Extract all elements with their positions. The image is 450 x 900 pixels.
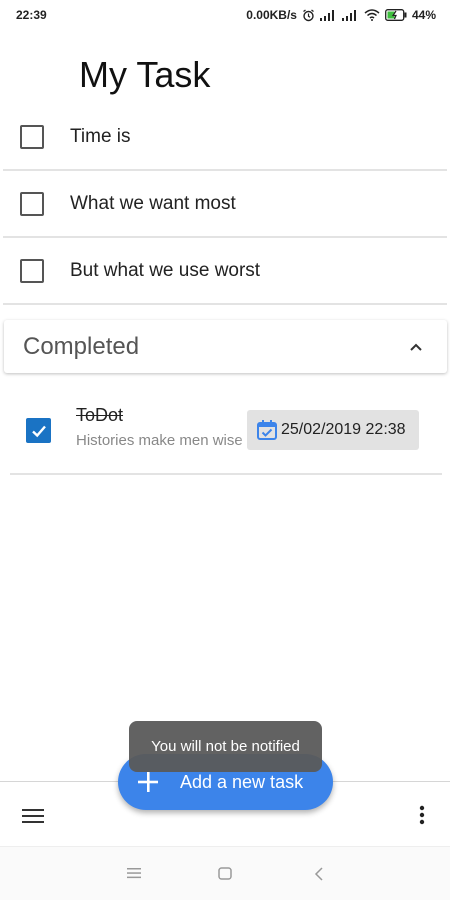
completed-section-header[interactable]: Completed (4, 320, 447, 373)
nav-back-icon[interactable] (314, 867, 324, 881)
task-row[interactable]: Time is (3, 104, 447, 171)
plus-icon (138, 772, 158, 792)
battery-percent: 44% (411, 8, 436, 22)
completed-task-item[interactable]: ToDot Histories make men wise 25/02/2019… (10, 393, 442, 475)
reminder-date-chip[interactable]: 25/02/2019 22:38 (247, 410, 419, 450)
task-row[interactable]: What we want most (3, 171, 447, 238)
more-vertical-icon[interactable] (418, 805, 426, 825)
task-label: What we want most (70, 192, 236, 214)
add-task-label: Add a new task (180, 771, 304, 792)
task-label: But what we use worst (70, 259, 261, 281)
reminder-date-text: 25/02/2019 22:38 (281, 421, 406, 438)
menu-icon[interactable] (22, 808, 44, 824)
signal-icon (319, 10, 334, 21)
network-speed: 0.00KB/s (246, 8, 297, 22)
completed-task-note: Histories make men wise (76, 432, 243, 449)
alarm-icon (303, 8, 314, 21)
task-checkbox[interactable] (20, 191, 44, 216)
task-row[interactable]: But what we use worst (3, 238, 447, 305)
completed-task-title: ToDot (76, 405, 124, 425)
status-time: 22:39 (16, 8, 47, 22)
completed-label: Completed (23, 332, 140, 360)
nav-recents-icon[interactable] (127, 867, 141, 879)
task-list: Time is What we want most But what we us… (0, 104, 450, 305)
system-nav-bar (0, 846, 450, 900)
task-checkbox[interactable] (20, 124, 44, 149)
page-title: My Task (79, 54, 211, 95)
status-indicators: 0.00KB/s 44% (246, 8, 436, 22)
check-icon (31, 425, 46, 437)
task-checkbox-checked[interactable] (26, 418, 51, 443)
battery-icon (385, 9, 407, 21)
wifi-icon (364, 9, 380, 21)
toast-message: You will not be notified (129, 721, 322, 772)
task-checkbox[interactable] (20, 258, 44, 283)
chevron-up-icon[interactable] (409, 340, 423, 354)
nav-home-icon[interactable] (218, 867, 232, 880)
signal-icon (341, 10, 356, 21)
calendar-icon (257, 420, 277, 440)
task-label: Time is (70, 125, 131, 147)
status-bar: 22:39 0.00KB/s 44% (0, 0, 450, 30)
